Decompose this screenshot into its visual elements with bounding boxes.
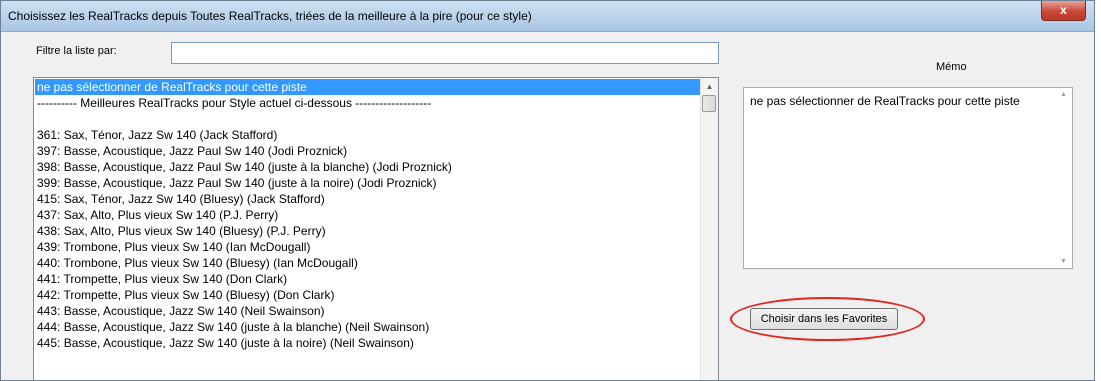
list-item[interactable]: 439: Trombone, Plus vieux Sw 140 (Ian Mc…	[35, 239, 701, 255]
memo-label: Mémo	[936, 61, 967, 73]
title-bar[interactable]: Choisissez les RealTracks depuis Toutes …	[1, 1, 1094, 32]
scroll-up-icon[interactable]: ▲	[701, 78, 718, 95]
list-item[interactable]: 399: Basse, Acoustique, Jazz Paul Sw 140…	[35, 175, 701, 191]
list-item[interactable]: 398: Basse, Acoustique, Jazz Paul Sw 140…	[35, 159, 701, 175]
list-item[interactable]: 361: Sax, Ténor, Jazz Sw 140 (Jack Staff…	[35, 127, 701, 143]
realtracks-list-items: ne pas sélectionner de RealTracks pour c…	[35, 79, 701, 351]
list-item[interactable]: 444: Basse, Acoustique, Jazz Sw 140 (jus…	[35, 319, 701, 335]
list-item[interactable]: 443: Basse, Acoustique, Jazz Sw 140 (Nei…	[35, 303, 701, 319]
filter-label: Filtre la liste par:	[36, 45, 117, 57]
list-scroll-thumb[interactable]	[702, 95, 716, 112]
memo-text: ne pas sélectionner de RealTracks pour c…	[750, 94, 1020, 108]
close-button[interactable]: x	[1041, 1, 1086, 21]
realtracks-list[interactable]: ne pas sélectionner de RealTracks pour c…	[33, 77, 719, 380]
list-item[interactable]: 441: Trompette, Plus vieux Sw 140 (Don C…	[35, 271, 701, 287]
list-item[interactable]: 445: Basse, Acoustique, Jazz Sw 140 (jus…	[35, 335, 701, 351]
list-item[interactable]: 397: Basse, Acoustique, Jazz Paul Sw 140…	[35, 143, 701, 159]
list-item[interactable]: 438: Sax, Alto, Plus vieux Sw 140 (Blues…	[35, 223, 701, 239]
memo-box[interactable]: ne pas sélectionner de RealTracks pour c…	[743, 87, 1073, 269]
list-item[interactable]: 437: Sax, Alto, Plus vieux Sw 140 (P.J. …	[35, 207, 701, 223]
list-item[interactable]: 442: Trompette, Plus vieux Sw 140 (Blues…	[35, 287, 701, 303]
window-title: Choisissez les RealTracks depuis Toutes …	[8, 9, 532, 23]
list-item[interactable]: 440: Trombone, Plus vieux Sw 140 (Bluesy…	[35, 255, 701, 271]
choose-favorites-button[interactable]: Choisir dans les Favorites	[750, 308, 898, 330]
list-item[interactable]: 415: Sax, Ténor, Jazz Sw 140 (Bluesy) (J…	[35, 191, 701, 207]
list-item[interactable]	[35, 111, 701, 127]
realtracks-dialog: Choisissez les RealTracks depuis Toutes …	[0, 0, 1095, 381]
list-item[interactable]: ne pas sélectionner de RealTracks pour c…	[35, 79, 701, 95]
memo-scroll-up-icon[interactable]: ▲	[1060, 91, 1067, 98]
close-icon: x	[1060, 3, 1067, 17]
dialog-client-area: Filtre la liste par: ne pas sélectionner…	[1, 32, 1094, 380]
filter-input[interactable]	[171, 42, 719, 64]
memo-scroll-down-icon[interactable]: ▼	[1060, 258, 1067, 265]
list-scrollbar[interactable]: ▲	[700, 78, 718, 380]
memo-scrollbar[interactable]: ▲ ▼	[1055, 88, 1072, 268]
list-item[interactable]: ---------- Meilleures RealTracks pour St…	[35, 95, 701, 111]
